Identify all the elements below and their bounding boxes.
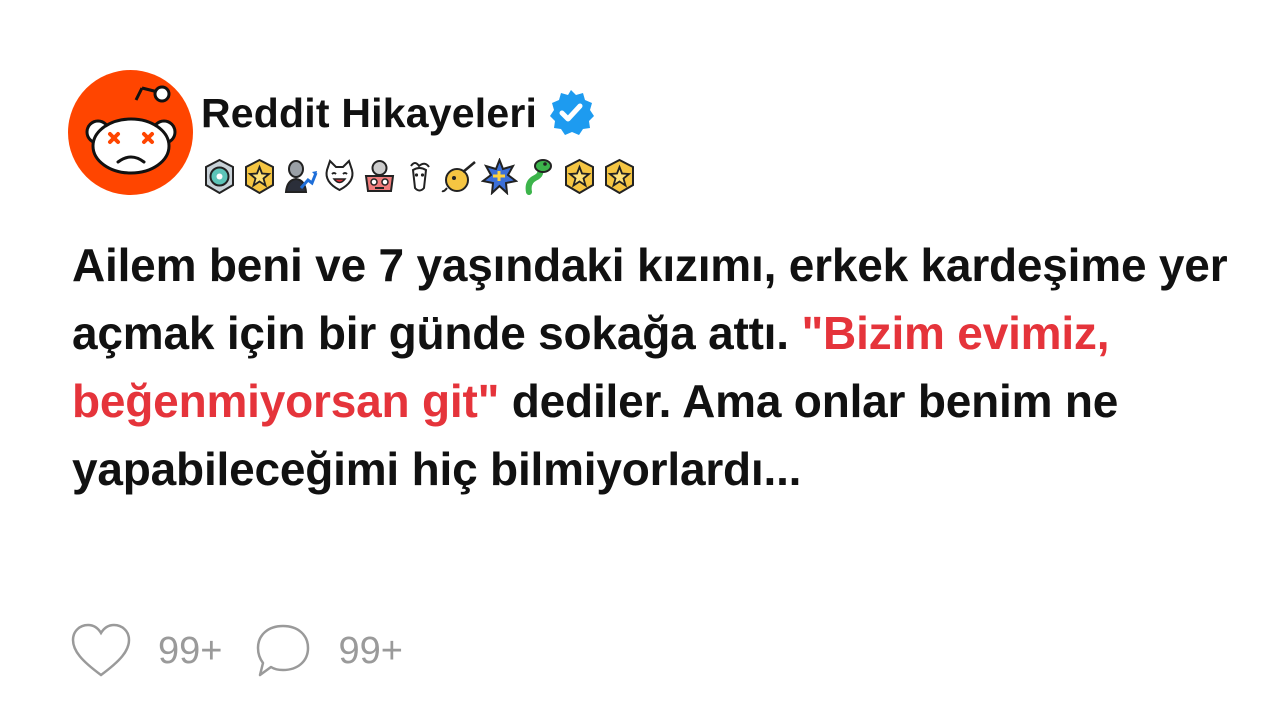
verified-badge-icon <box>550 90 595 135</box>
gold-star-award-icon <box>565 158 594 195</box>
name-row: Reddit Hikayeleri <box>201 70 638 156</box>
avatar[interactable] <box>68 70 193 195</box>
comment-count: 99+ <box>338 629 403 672</box>
like-button[interactable]: 99+ <box>70 623 222 679</box>
stonks-award-icon <box>284 160 318 193</box>
mind-blown-award-icon <box>364 160 395 192</box>
post-card: Reddit Hikayeleri Ailem beni ve 7 yaşınd… <box>0 0 1280 720</box>
gold-star-award-icon <box>245 158 274 195</box>
cat-laugh-award-icon <box>325 159 354 192</box>
comment-button[interactable]: 99+ <box>254 622 403 680</box>
profile-name[interactable]: Reddit Hikayeleri <box>201 90 537 137</box>
plus-one-award-icon <box>481 158 518 195</box>
like-count: 99+ <box>158 629 223 672</box>
snake-award-icon <box>525 159 552 195</box>
award-badges <box>201 158 638 195</box>
comment-bubble-icon <box>257 624 310 677</box>
goat-award-icon <box>410 162 430 192</box>
post-header: Reddit Hikayeleri <box>68 70 638 195</box>
reddit-snoo-dizzy-icon <box>85 85 177 175</box>
narwhal-award-icon <box>441 161 476 193</box>
post-actions: 99+ 99+ <box>70 622 403 680</box>
post-headline[interactable]: Ailem beni ve 7 yaşındaki kızımı, erkek … <box>72 231 1262 503</box>
helper-medal-icon <box>205 158 234 195</box>
gold-star-award-icon <box>605 158 634 195</box>
identity: Reddit Hikayeleri <box>201 70 638 195</box>
heart-icon <box>71 623 131 677</box>
